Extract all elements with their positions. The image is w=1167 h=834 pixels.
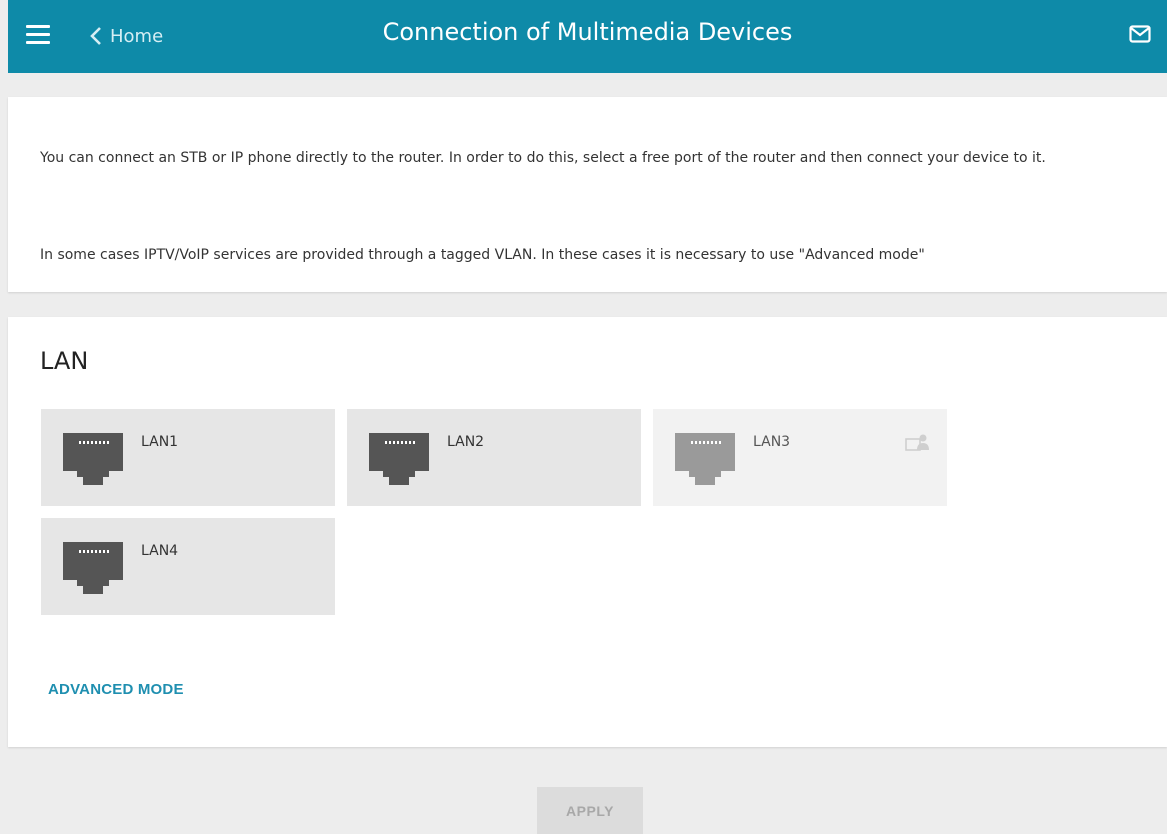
apply-button[interactable]: APPLY [537, 787, 643, 834]
info-paragraph-2: In some cases IPTV/VoIP services are pro… [40, 247, 925, 263]
port-label: LAN1 [141, 434, 179, 450]
ethernet-port-icon [369, 433, 429, 485]
lan-card: LAN LAN1 LAN2 LAN3 LAN4 ADVANCED MODE [8, 317, 1167, 747]
port-lan4[interactable]: LAN4 [41, 518, 335, 615]
ethernet-port-icon [63, 433, 123, 485]
section-title-lan: LAN [40, 347, 89, 375]
page-title: Connection of Multimedia Devices [382, 18, 793, 46]
advanced-mode-link[interactable]: ADVANCED MODE [48, 681, 184, 698]
port-label: LAN2 [447, 434, 485, 450]
port-in-use-icon [905, 434, 929, 451]
port-lan1[interactable]: LAN1 [41, 409, 335, 506]
ethernet-port-icon [63, 542, 123, 594]
port-label: LAN3 [753, 434, 791, 450]
top-bar: Home Connection of Multimedia Devices [8, 0, 1167, 73]
ethernet-port-icon [675, 433, 735, 485]
app-frame: Home Connection of Multimedia Devices Yo… [8, 0, 1167, 834]
info-paragraph-1: You can connect an STB or IP phone direc… [40, 150, 1046, 166]
mail-icon[interactable] [1129, 25, 1151, 43]
port-lan3: LAN3 [653, 409, 947, 506]
port-lan2[interactable]: LAN2 [347, 409, 641, 506]
port-label: LAN4 [141, 543, 179, 559]
info-card: You can connect an STB or IP phone direc… [8, 97, 1167, 292]
